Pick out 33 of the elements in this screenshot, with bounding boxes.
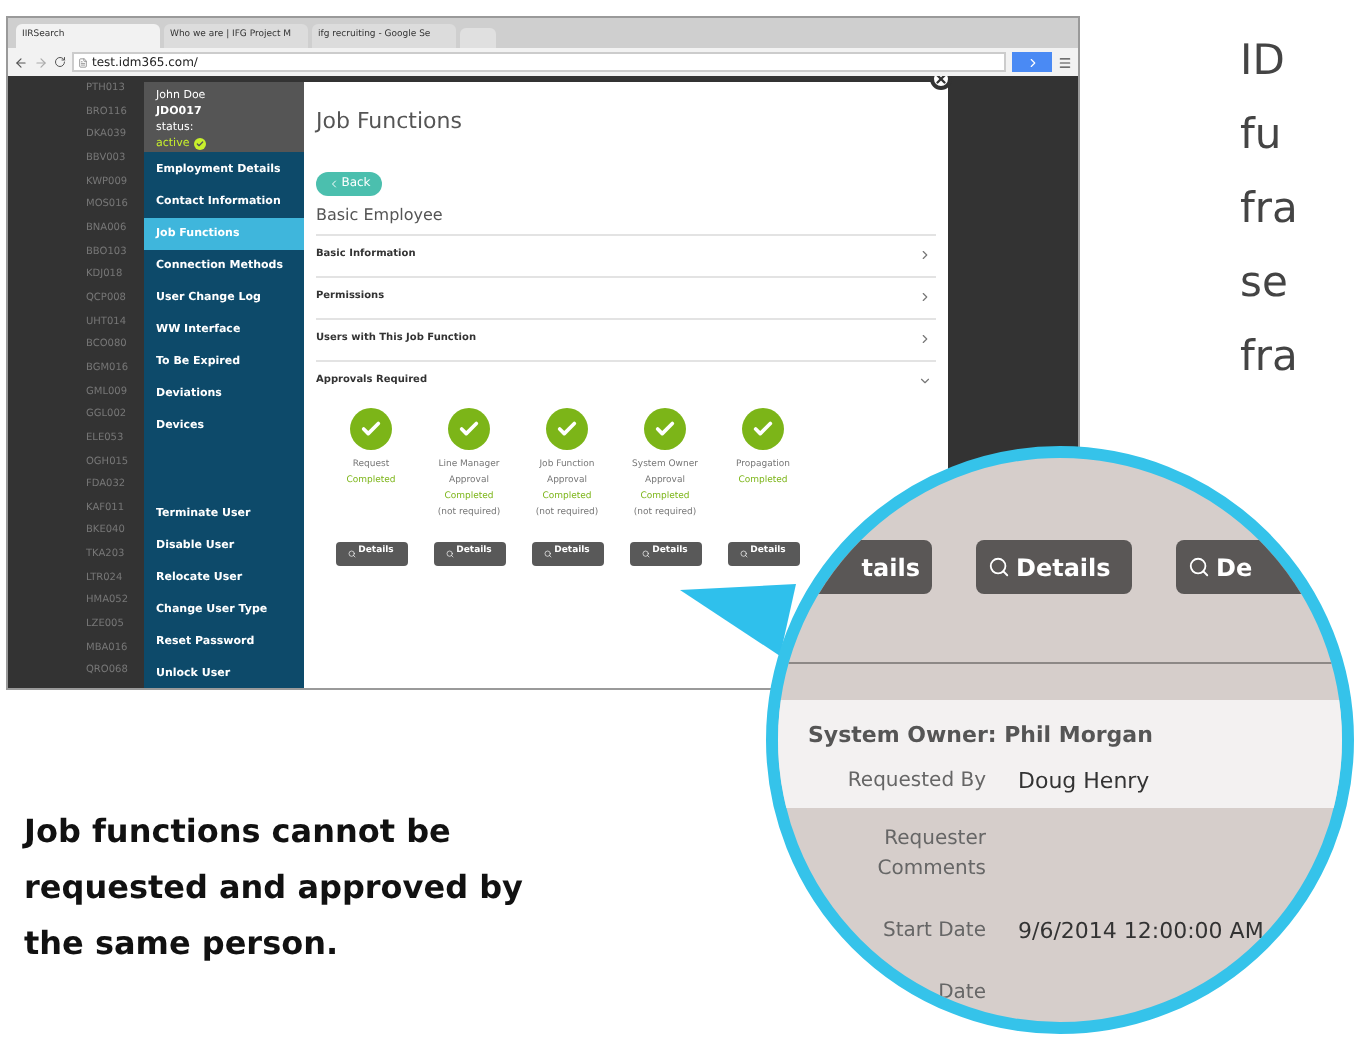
details-button[interactable]: Details bbox=[976, 540, 1132, 594]
chevron-right-icon bbox=[918, 248, 932, 262]
approver-heading: System Owner: Phil Morgan bbox=[806, 720, 1155, 752]
field-value: 9/6/2014 12:00:00 AM bbox=[1018, 915, 1264, 945]
menu-icon[interactable] bbox=[1058, 55, 1072, 69]
side-text-line: fra bbox=[1240, 330, 1298, 384]
reload-icon[interactable] bbox=[54, 56, 66, 68]
search-icon bbox=[642, 549, 651, 557]
caption-text: Job functions cannot be requested and approved by the same person. bbox=[24, 810, 525, 966]
arrow-right-icon bbox=[1025, 55, 1039, 69]
search-icon bbox=[446, 549, 455, 557]
chevron-left-icon bbox=[327, 177, 340, 189]
job-function-name: Basic Employee bbox=[316, 203, 445, 227]
side-text-line: fra bbox=[1240, 182, 1298, 236]
field-label: Requester Comments bbox=[875, 825, 986, 883]
side-text-line: ID bbox=[1240, 34, 1287, 88]
search-icon bbox=[1188, 556, 1210, 578]
field-value: Doug Henry bbox=[1018, 765, 1150, 795]
search-icon bbox=[740, 549, 749, 557]
chevron-right-icon bbox=[918, 332, 932, 346]
page-title: Job Functions bbox=[316, 106, 464, 138]
field-label: Requested By bbox=[845, 767, 986, 795]
chevron-down-icon bbox=[918, 374, 932, 388]
side-text-line: se bbox=[1240, 256, 1290, 310]
side-text-line: fu bbox=[1240, 108, 1284, 162]
chevron-right-icon bbox=[918, 290, 932, 304]
back-icon[interactable] bbox=[14, 55, 28, 69]
search-icon bbox=[348, 549, 357, 557]
field-label: Date bbox=[936, 979, 986, 1007]
search-icon bbox=[988, 556, 1010, 578]
field-label: Start Date bbox=[880, 917, 986, 945]
page-icon bbox=[78, 57, 88, 67]
search-icon bbox=[544, 549, 553, 557]
